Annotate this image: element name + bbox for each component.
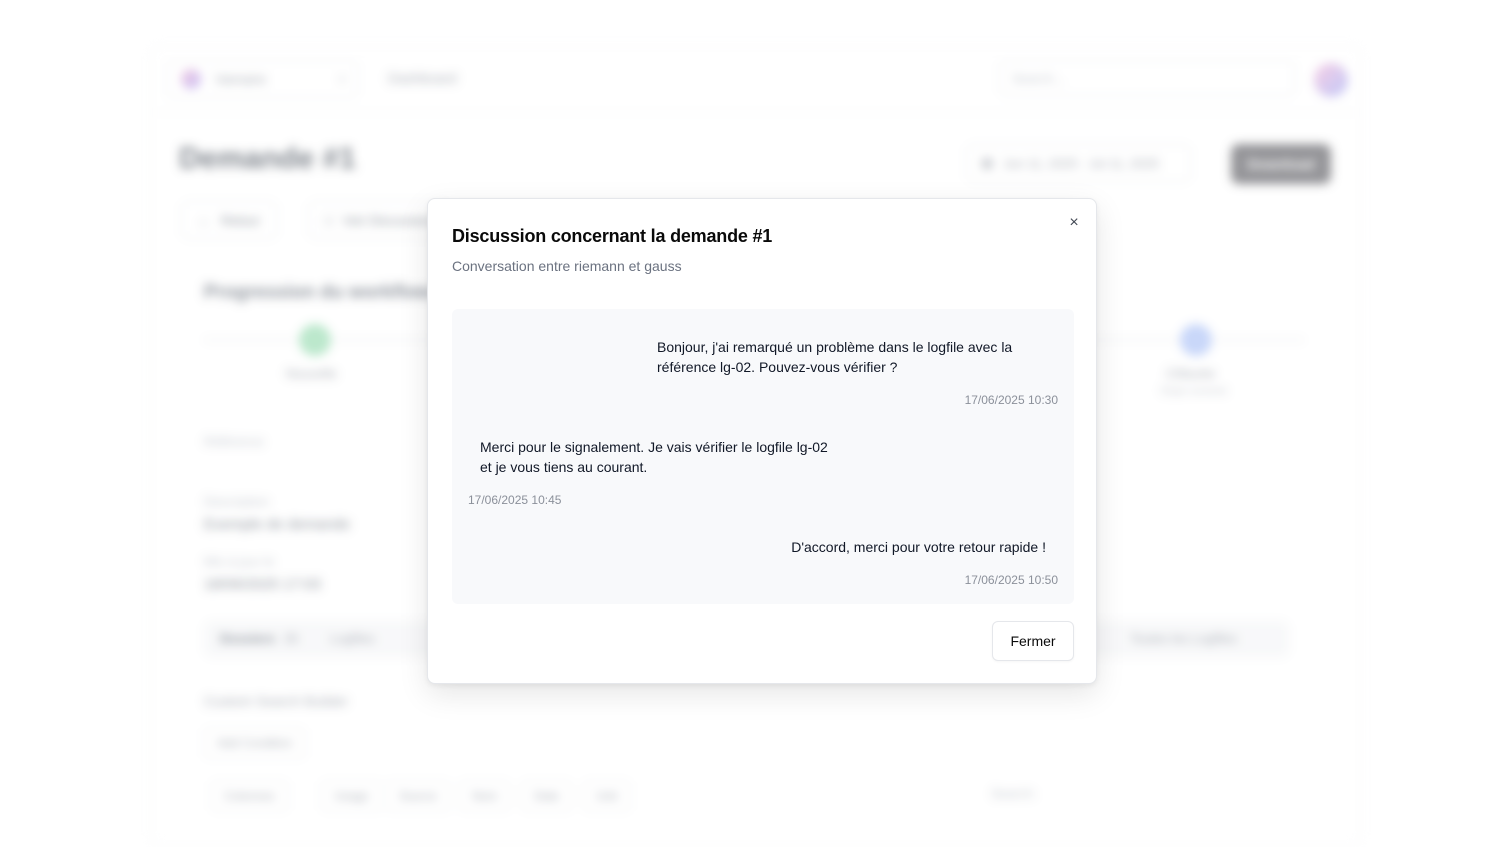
- download-button[interactable]: Download: [1231, 144, 1331, 184]
- arrow-left-icon: ←: [198, 212, 211, 228]
- chat-message: D'accord, merci pour votre retour rapide…: [791, 539, 1046, 555]
- discussion-dialog: × Discussion concernant la demande #1 Co…: [427, 198, 1097, 684]
- column-chip[interactable]: Unit: [583, 781, 631, 811]
- date-range-picker[interactable]: ▦ Jun 11, 2025 - Jul 11, 2025: [966, 144, 1191, 182]
- discussion-label: Voir Discussion: [342, 212, 432, 228]
- close-button[interactable]: Fermer: [992, 621, 1074, 661]
- message-line: et je vous tiens au courant.: [480, 459, 648, 475]
- dialog-title: Discussion concernant la demande #1: [452, 226, 773, 246]
- message-line: Bonjour, j'ai remarqué un problème dans …: [657, 339, 1013, 355]
- updated-label: Mis à jour le: [204, 554, 275, 569]
- workflow-section-title: Progression du workflow: [204, 282, 431, 303]
- back-label: Retour: [221, 212, 261, 228]
- chat-icon: □: [325, 212, 333, 228]
- org-switcher[interactable]: Vamaire ▾: [166, 60, 358, 98]
- description-label: Description: [204, 494, 270, 509]
- column-chip[interactable]: Usage: [321, 781, 382, 811]
- chat-message: Merci pour le signalement. Je vais vérif…: [480, 437, 880, 477]
- org-name: Vamaire: [215, 71, 267, 87]
- columns-button[interactable]: Colonnes: [211, 781, 288, 811]
- message-timestamp: 17/06/2025 10:30: [964, 393, 1058, 407]
- avatar[interactable]: [1314, 63, 1348, 97]
- step-label: Clôturée: [1166, 366, 1216, 381]
- calendar-icon: ▦: [981, 155, 994, 170]
- step-label: Nouvelle: [286, 366, 337, 381]
- step-sub-label: Étape suivante: [1161, 386, 1228, 397]
- message-line: référence lg-02. Pouvez-vous vérifier ?: [657, 359, 898, 375]
- column-chip[interactable]: Source: [386, 781, 451, 811]
- message-timestamp: 17/06/2025 10:50: [964, 573, 1058, 587]
- table-search-label: Search:: [991, 786, 1036, 801]
- tab-logfiles[interactable]: Logfiles: [330, 631, 375, 646]
- message-line: Merci pour le signalement. Je vais vérif…: [480, 439, 828, 455]
- add-condition-button[interactable]: Add Condition: [204, 728, 306, 758]
- column-chip[interactable]: Date: [521, 781, 573, 811]
- nav-dashboard[interactable]: Dashboard: [388, 70, 457, 86]
- custom-search-title: Custom Search Builder: [204, 693, 348, 709]
- reference-label: Référence: [204, 434, 264, 449]
- dialog-subtitle: Conversation entre riemann et gauss: [452, 258, 682, 274]
- date-range-text: Jun 11, 2025 - Jul 11, 2025: [1003, 155, 1159, 171]
- page-title: Demande #1: [179, 142, 356, 175]
- chat-message: Bonjour, j'ai remarqué un problème dans …: [657, 337, 1057, 377]
- step-done-icon: [299, 324, 331, 356]
- search-input[interactable]: Search...: [999, 60, 1295, 96]
- updated-value: 18/06/2025 17:03: [204, 576, 321, 593]
- tab-dossiers[interactable]: Dossiers: [220, 631, 275, 646]
- org-logo-icon: [181, 69, 201, 89]
- close-icon[interactable]: ×: [1064, 213, 1084, 233]
- description-value: Exemple de demande: [204, 516, 350, 533]
- chevron-down-icon: ▾: [339, 73, 345, 86]
- tab-all-logfiles[interactable]: Toutes les Logfiles: [1130, 631, 1237, 646]
- tab-dossiers-count: 35: [284, 631, 299, 646]
- back-button[interactable]: ← Retour: [181, 201, 278, 239]
- top-bar: Vamaire ▾ Dashboard Search...: [151, 46, 1361, 113]
- message-timestamp: 17/06/2025 10:45: [468, 493, 562, 507]
- chat-thread[interactable]: Bonjour, j'ai remarqué un problème dans …: [452, 309, 1074, 604]
- column-chip[interactable]: Nom: [459, 781, 511, 811]
- step-next-icon: [1180, 324, 1212, 356]
